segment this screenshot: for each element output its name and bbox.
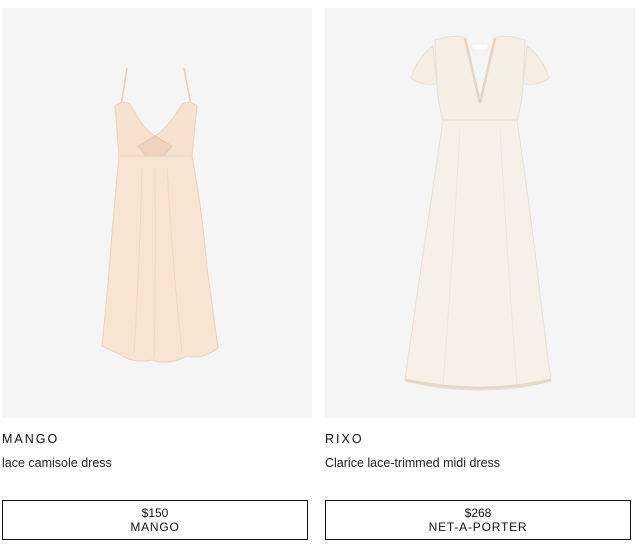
product-name[interactable]: lace camisole dress bbox=[2, 456, 112, 470]
retailer-name: MANGO bbox=[130, 520, 180, 534]
product-name[interactable]: Clarice lace-trimmed midi dress bbox=[325, 456, 500, 470]
midi-dress-image bbox=[404, 35, 552, 391]
price: $150 bbox=[141, 506, 169, 520]
shop-button[interactable]: $150 MANGO bbox=[2, 500, 308, 540]
brand-name[interactable]: MANGO bbox=[2, 432, 59, 446]
camisole-dress-image bbox=[101, 67, 219, 363]
shop-button[interactable]: $268 NET-A-PORTER bbox=[325, 500, 631, 540]
product-image[interactable] bbox=[2, 8, 312, 418]
retailer-name: NET-A-PORTER bbox=[428, 520, 528, 534]
price: $268 bbox=[464, 506, 492, 520]
brand-name[interactable]: RIXO bbox=[325, 432, 364, 446]
product-image[interactable] bbox=[325, 8, 635, 418]
